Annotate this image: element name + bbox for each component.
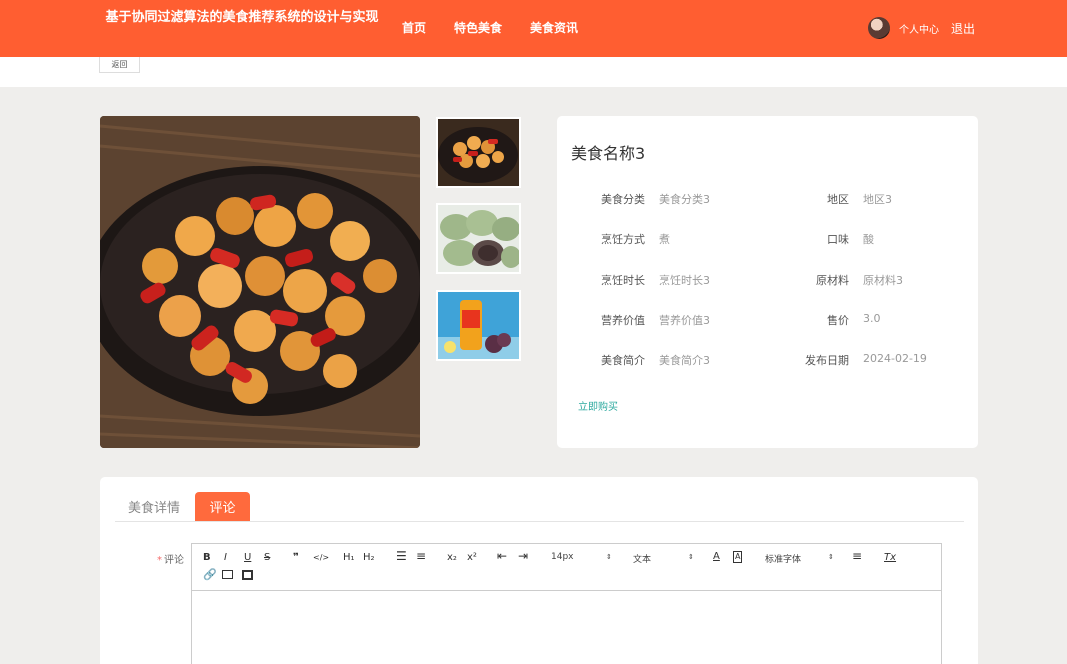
clear-format-button[interactable]: Tx [884,552,896,564]
text-type-select[interactable]: 文本 ⇕ [633,552,695,565]
font-family-value: 标准字体 [765,555,802,565]
value-region: 地区3 [863,193,892,206]
value-intro: 美食简介3 [659,354,710,367]
rich-text-editor: B I U S ❞ </> H₁ H₂ ☰ ≡ x₂ x² ⇤ ⇥ 14px ⇕… [191,543,942,664]
label-cooking-method: 烹饪方式 [601,233,645,246]
quote-button[interactable]: ❞ [293,552,299,564]
tab-comment[interactable]: 评论 [195,492,250,521]
comment-card: 美食详情 评论 * 评论 B I U S ❞ </> H₁ H₂ ☰ ≡ x₂ x… [100,477,978,664]
align-icon[interactable]: ≡ [852,550,862,562]
font-size-arrow-icon: ⇕ [606,553,612,561]
site-title: 基于协同过滤算法的美食推荐系统的设计与实现 [105,10,379,25]
link-icon[interactable]: 🔗 [203,569,217,581]
underline-button[interactable]: U [244,552,251,564]
video-icon[interactable] [242,570,253,580]
value-taste: 酸 [863,233,874,246]
outdent-icon[interactable]: ⇤ [497,550,507,562]
italic-button[interactable]: I [224,552,227,564]
nav-food-news[interactable]: 美食资讯 [530,19,578,36]
label-ingredients: 原材料 [816,274,849,287]
main-nav: 首页 特色美食 美食资讯 [402,19,578,36]
background-color-icon[interactable]: A [733,551,743,563]
user-center-link[interactable]: 个人中心 [899,21,939,36]
font-family-arrow-icon: ⇕ [828,553,834,561]
value-category: 美食分类3 [659,193,710,206]
comment-label: * 评论 [140,551,184,566]
food-name: 美食名称3 [571,144,646,163]
logout-link[interactable]: 退出 [951,20,975,37]
text-type-arrow-icon: ⇕ [688,553,694,561]
ordered-list-icon[interactable]: ☰ [396,550,407,562]
tab-food-detail[interactable]: 美食详情 [115,492,193,521]
label-category: 美食分类 [601,193,645,206]
value-price: 3.0 [863,312,881,325]
label-nutrition: 营养价值 [601,314,645,327]
label-price: 售价 [827,314,849,327]
bold-button[interactable]: B [203,552,211,564]
h1-button[interactable]: H₁ [343,552,355,564]
label-intro: 美食简介 [601,354,645,367]
top-header: 基于协同过滤算法的美食推荐系统的设计与实现 首页 特色美食 美食资讯 个人中心 … [0,0,1067,57]
back-strip: 返回 [0,57,1067,87]
back-button[interactable]: 返回 [99,57,140,73]
image-icon[interactable] [222,570,233,579]
value-ingredients: 原材料3 [863,274,903,287]
value-publish-date: 2024-02-19 [863,352,927,365]
editor-content-area[interactable] [192,591,941,664]
label-cooking-time: 烹饪时长 [601,274,645,287]
main-food-image [100,116,420,448]
nav-special-food[interactable]: 特色美食 [454,19,502,36]
thumbnail-2[interactable] [436,203,521,274]
font-size-value: 14px [551,552,574,562]
label-publish-date: 发布日期 [805,354,849,367]
thumbnail-1[interactable] [436,117,521,188]
font-color-icon[interactable]: A [713,551,720,563]
tab-bar: 美食详情 评论 [115,492,964,522]
buy-now-link[interactable]: 立即购买 [578,398,618,413]
label-region: 地区 [827,193,849,206]
avatar[interactable] [868,17,890,39]
nav-home[interactable]: 首页 [402,19,426,36]
thumbnail-3[interactable] [436,290,521,361]
value-nutrition: 营养价值3 [659,314,710,327]
h2-button[interactable]: H₂ [363,552,375,564]
indent-icon[interactable]: ⇥ [518,550,528,562]
value-cooking-time: 烹饪时长3 [659,274,710,287]
bullet-list-icon[interactable]: ≡ [416,550,426,562]
user-area: 个人中心 退出 [868,17,975,39]
label-taste: 口味 [827,233,849,246]
food-info-card: 美食名称3 美食分类 美食分类3 地区 地区3 烹饪方式 煮 口味 酸 烹饪时长… [557,116,978,448]
code-button[interactable]: </> [313,552,329,564]
value-cooking-method: 煮 [659,233,670,246]
comment-label-text: 评论 [164,555,184,566]
subscript-button[interactable]: x₂ [447,552,457,564]
superscript-button[interactable]: x² [467,552,477,564]
font-family-select[interactable]: 标准字体 ⇕ [765,552,835,565]
text-type-value: 文本 [633,555,652,565]
editor-toolbar: B I U S ❞ </> H₁ H₂ ☰ ≡ x₂ x² ⇤ ⇥ 14px ⇕… [192,544,941,591]
strike-button[interactable]: S [264,552,270,564]
required-mark: * [157,555,162,566]
font-size-select[interactable]: 14px ⇕ [551,552,613,564]
